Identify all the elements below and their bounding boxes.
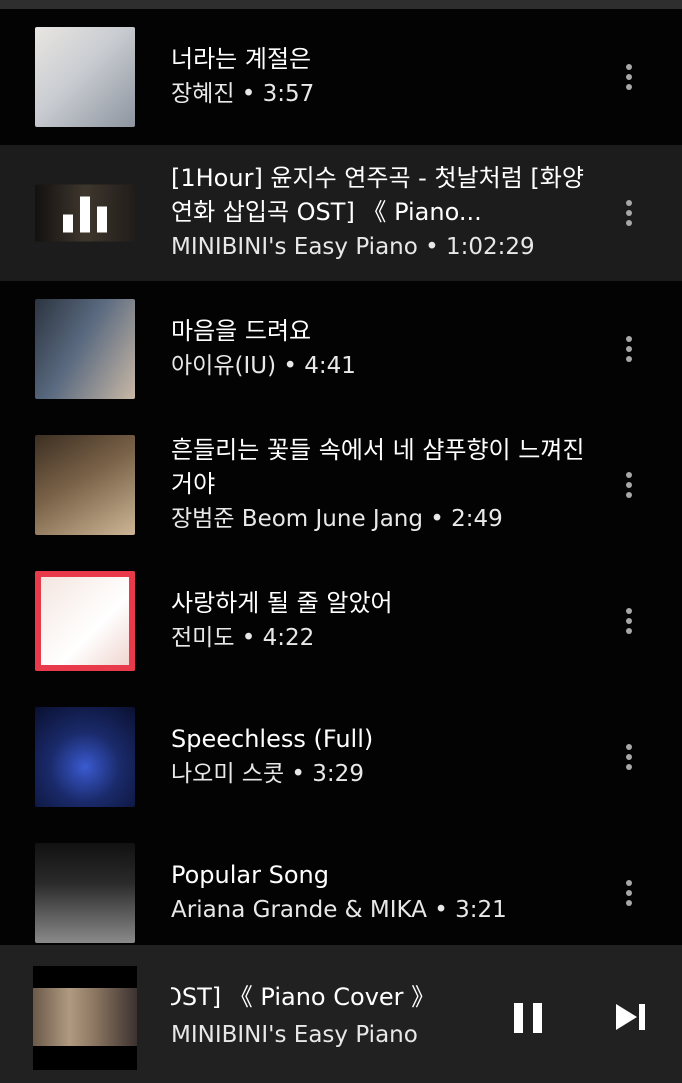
track-subtitle: 장혜진 • 3:57 [171, 81, 315, 107]
track-title: Speechless (Full) [171, 725, 374, 753]
album-art [35, 27, 135, 127]
track-row-now-playing[interactable]: [1Hour] 윤지수 연주곡 - 첫날처럼 [화양연화 삽입곡 OST] 《 … [0, 145, 682, 281]
track-title: 사랑하게 될 줄 알았어 [171, 589, 393, 617]
track-title: Popular Song [171, 861, 329, 889]
album-art [35, 571, 135, 671]
track-subtitle: 장범준 Beom June Jang • 2:49 [171, 506, 503, 532]
track-title: 흔들리는 꽃들 속에서 네 샴푸향이 느껴진거야 [171, 436, 585, 498]
more-options-icon[interactable] [614, 873, 644, 913]
track-row[interactable]: 너라는 계절은 장혜진 • 3:57 [0, 9, 682, 145]
album-art [35, 435, 135, 535]
more-options-icon[interactable] [614, 465, 644, 505]
pause-icon[interactable] [514, 1003, 544, 1033]
track-title: [1Hour] 윤지수 연주곡 - 첫날처럼 [화양연화 삽입곡 OST] 《 … [171, 164, 584, 226]
now-playing-art [33, 966, 137, 1070]
track-subtitle: Ariana Grande & MIKA • 3:21 [171, 897, 507, 923]
track-row[interactable]: Popular Song Ariana Grande & MIKA • 3:21 [0, 825, 682, 961]
track-title: 마음을 드려요 [171, 317, 312, 345]
track-subtitle: 아이유(IU) • 4:41 [171, 353, 356, 379]
track-subtitle: MINIBINI's Easy Piano • 1:02:29 [171, 234, 535, 260]
album-art [35, 299, 135, 399]
more-options-icon[interactable] [614, 329, 644, 369]
track-row[interactable]: 사랑하게 될 줄 알았어 전미도 • 4:22 [0, 553, 682, 689]
album-art [35, 843, 135, 943]
mini-player[interactable]: OST] 《 Piano Cover 》 MINIBINI's Easy Pia… [0, 945, 682, 1083]
equalizer-bars-icon [35, 184, 135, 242]
more-options-icon[interactable] [614, 193, 644, 233]
more-options-icon[interactable] [614, 737, 644, 777]
track-row[interactable]: 마음을 드려요 아이유(IU) • 4:41 [0, 281, 682, 417]
now-playing-title: OST] 《 Piano Cover 》 [171, 983, 436, 1011]
now-playing-artist: MINIBINI's Easy Piano [171, 1022, 418, 1048]
track-row[interactable]: 흔들리는 꽃들 속에서 네 샴푸향이 느껴진거야 장범준 Beom June J… [0, 417, 682, 553]
top-divider [0, 0, 682, 9]
track-row[interactable]: Speechless (Full) 나오미 스콧 • 3:29 [0, 689, 682, 825]
album-art [35, 707, 135, 807]
track-title: 너라는 계절은 [171, 45, 312, 73]
more-options-icon[interactable] [614, 57, 644, 97]
track-subtitle: 전미도 • 4:22 [171, 625, 315, 651]
album-art [35, 184, 135, 242]
skip-next-icon[interactable] [616, 1004, 646, 1030]
more-options-icon[interactable] [614, 601, 644, 641]
track-subtitle: 나오미 스콧 • 3:29 [171, 761, 364, 787]
